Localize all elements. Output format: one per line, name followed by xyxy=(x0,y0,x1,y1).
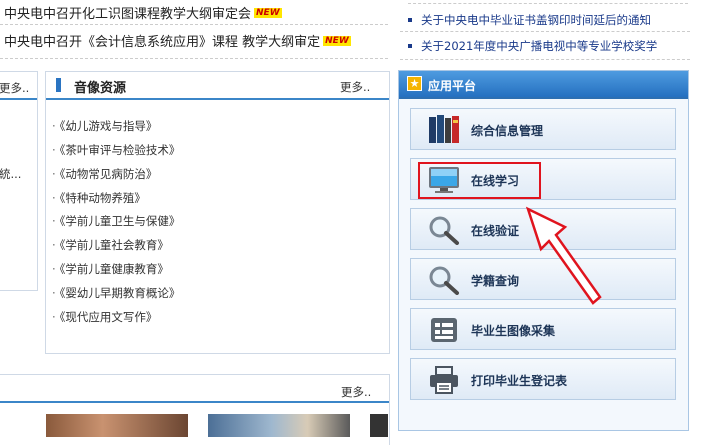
app-button-label: 综合信息管理 xyxy=(471,124,544,138)
bullet-icon xyxy=(408,18,412,22)
bottom-panel-header: 更多.. xyxy=(0,375,389,403)
panel-title: 音像资源 xyxy=(74,81,127,96)
app-platform-header: ★ 应用平台 xyxy=(399,71,688,97)
resource-item[interactable]: · 《学前儿童卫生与保健》 xyxy=(52,213,180,229)
panel-title: 应用平台 xyxy=(428,79,477,93)
photo-thumbnail[interactable] xyxy=(46,414,188,437)
app-button-label: 毕业生图像采集 xyxy=(471,324,556,338)
photo-thumbnail[interactable] xyxy=(370,414,388,437)
news-item-2[interactable]: 中央电中召开《会计信息系统应用》课程 教学大纲审定 NEW xyxy=(4,31,351,50)
resource-item[interactable]: · 《茶叶审评与检验技术》 xyxy=(52,142,180,158)
resource-item[interactable]: · 《动物常见病防治》 xyxy=(52,166,157,182)
divider xyxy=(0,58,388,59)
app-button-print-graduate-form[interactable]: 打印毕业生登记表 xyxy=(410,358,676,400)
star-icon: ★ xyxy=(407,76,422,91)
right-news-item-1[interactable]: 关于中央电中毕业证书盖钢印时间延后的通知 xyxy=(408,12,651,28)
right-news-item-2[interactable]: 关于2021年度中央广播电视中等专业学校奖学 xyxy=(408,38,657,54)
magnifier-icon xyxy=(429,266,459,295)
app-button-label: 在线验证 xyxy=(471,224,520,238)
divider xyxy=(399,97,688,99)
header-marker-icon xyxy=(56,78,61,92)
divider xyxy=(400,31,690,32)
more-link[interactable]: 更多.. xyxy=(340,79,370,95)
photo-thumbnail[interactable] xyxy=(208,414,350,437)
more-link[interactable]: 更多.. xyxy=(0,80,29,96)
list-fragment: 統... xyxy=(0,167,22,181)
red-arrow-icon xyxy=(525,206,602,305)
right-news-title: 关于中央电中毕业证书盖钢印时间延后的通知 xyxy=(421,13,651,27)
magnifier-icon xyxy=(429,216,459,245)
more-link[interactable]: 更多.. xyxy=(341,384,371,400)
printer-icon xyxy=(430,366,458,394)
right-news-title: 关于2021年度中央广播电视中等专业学校奖学 xyxy=(421,39,658,53)
app-button-label: 打印毕业生登记表 xyxy=(471,374,568,388)
resource-item[interactable]: · 《学前儿童社会教育》 xyxy=(52,237,169,253)
divider xyxy=(0,24,388,25)
resource-item[interactable]: · 《幼儿游戏与指导》 xyxy=(52,118,157,134)
news-title: 中央电中召开《会计信息系统应用》课程 教学大纲审定 xyxy=(4,35,321,50)
resource-item[interactable]: · 《婴幼儿早期教育概论》 xyxy=(52,285,180,301)
new-badge: NEW xyxy=(323,36,351,46)
app-button-label: 学籍查询 xyxy=(471,274,520,288)
news-title: 中央电中召开化工识图课程教学大纲审定会 xyxy=(4,7,252,22)
audio-video-header: 音像资源 更多.. xyxy=(46,72,389,100)
resource-item[interactable]: · 《学前儿童健康教育》 xyxy=(52,261,169,277)
left-panel: 更多.. 統... xyxy=(0,71,38,291)
news-item-1[interactable]: 中央电中召开化工识图课程教学大纲审定会 NEW xyxy=(4,3,282,22)
books-icon xyxy=(429,115,459,143)
highlight-box xyxy=(418,162,541,199)
id-card-icon xyxy=(431,318,457,342)
app-button-info-management[interactable]: 综合信息管理 xyxy=(410,108,676,150)
clipped-news-item xyxy=(408,0,688,4)
resource-item[interactable]: · 《现代应用文写作》 xyxy=(52,309,157,325)
divider xyxy=(400,59,690,60)
app-button-graduate-photo[interactable]: 毕业生图像采集 xyxy=(410,308,676,350)
new-badge: NEW xyxy=(254,8,282,18)
resource-item[interactable]: · 《特种动物养殖》 xyxy=(52,190,146,206)
bullet-icon xyxy=(408,44,412,48)
